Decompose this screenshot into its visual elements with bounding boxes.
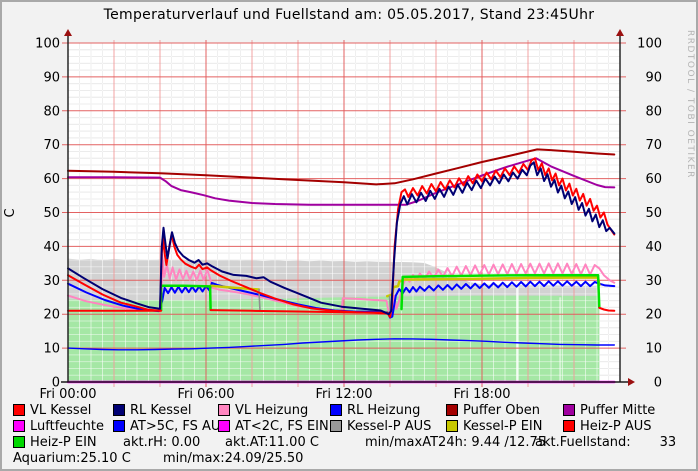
- y-tick-right: 90: [645, 70, 662, 85]
- legend-swatch: [330, 420, 342, 432]
- legend-row: VL Kessel RL Kessel VL Heizung RL Heizung Pu…: [0, 402, 698, 418]
- y-tick-right: 80: [645, 104, 662, 119]
- legend-label: akt.rH: 0.00: [123, 435, 200, 450]
- legend-label: akt.Fuellstand: 33: [535, 435, 676, 450]
- y-tick-left: 50: [43, 206, 60, 221]
- y-tick-left: 100: [35, 37, 60, 52]
- y-tick-right: 40: [645, 240, 662, 255]
- legend-item: Kessel-P EIN: [446, 418, 542, 434]
- legend-label: AT>5C, FS AUS: [130, 419, 229, 434]
- legend-label: Puffer Mitte: [580, 403, 655, 418]
- legend-item: akt.rH: 0.00: [123, 434, 200, 450]
- rrdtool-watermark: RRDTOOL / TOBI OETIKER: [685, 30, 695, 179]
- legend-swatch: [446, 404, 458, 416]
- x-tick: Fri 06:00: [177, 387, 234, 402]
- temperature-chart-canvas: 0010102020303040405050606070708080909010…: [0, 0, 698, 471]
- legend-item: akt.Fuellstand: 33: [535, 434, 676, 450]
- legend-item: Puffer Mitte: [563, 402, 655, 418]
- legend-swatch: [218, 420, 230, 432]
- legend-item: Heiz-P EIN: [13, 434, 97, 450]
- x-tick: Fri 00:00: [39, 387, 96, 402]
- legend-swatch: [13, 404, 25, 416]
- legend-swatch: [113, 420, 125, 432]
- y-tick-right: 100: [637, 37, 662, 52]
- legend-swatch: [218, 404, 230, 416]
- legend-item: Heiz-P AUS: [563, 418, 652, 434]
- legend-item: VL Heizung: [218, 402, 308, 418]
- legend-label: Aquarium:25.10 C: [13, 451, 131, 466]
- legend-row: Aquarium:25.10 C min/max:24.09/25.50: [0, 450, 698, 466]
- legend-item: akt.AT:11.00 C: [225, 434, 319, 450]
- y-tick-left: 20: [43, 308, 60, 323]
- legend-label: RL Heizung: [347, 403, 420, 418]
- legend-swatch: [446, 420, 458, 432]
- legend-label: Heiz-P AUS: [580, 419, 652, 434]
- legend-label: min/max:24.09/25.50: [163, 451, 303, 466]
- legend-label: akt.AT:11.00 C: [225, 435, 319, 450]
- y-tick-left: 40: [43, 240, 60, 255]
- legend-item: Kessel-P AUS: [330, 418, 431, 434]
- y-tick-right: 50: [645, 206, 662, 221]
- legend-swatch: [563, 404, 575, 416]
- legend-label: Luftfeuchte: [30, 419, 104, 434]
- y-tick-left: 70: [43, 138, 60, 153]
- legend-item: Aquarium:25.10 C: [13, 450, 131, 466]
- legend-label: AT<2C, FS EIN: [235, 419, 329, 434]
- legend-row: Luftfeuchte AT>5C, FS AUS AT<2C, FS EIN Kes…: [0, 418, 698, 434]
- legend-item: AT<2C, FS EIN: [218, 418, 329, 434]
- legend-label: Heiz-P EIN: [30, 435, 97, 450]
- legend-swatch: [13, 436, 25, 448]
- legend: VL Kessel RL Kessel VL Heizung RL Heizung Pu…: [0, 402, 698, 466]
- legend-item: AT>5C, FS AUS: [113, 418, 229, 434]
- y-tick-right: 60: [645, 172, 662, 187]
- y-tick-right: 30: [645, 274, 662, 289]
- y-tick-right: 10: [645, 342, 662, 357]
- legend-label: RL Kessel: [130, 403, 191, 418]
- rrdtool-graph: Temperaturverlauf und Fuellstand am: 05.…: [0, 0, 698, 471]
- legend-swatch: [330, 404, 342, 416]
- legend-swatch: [113, 404, 125, 416]
- legend-item: Puffer Oben: [446, 402, 540, 418]
- y-axis-label: C: [3, 208, 18, 217]
- legend-swatch: [563, 420, 575, 432]
- y-tick-left: 90: [43, 70, 60, 85]
- legend-label: Kessel-P AUS: [347, 419, 431, 434]
- legend-item: VL Kessel: [13, 402, 91, 418]
- y-tick-right: 70: [645, 138, 662, 153]
- legend-item: RL Heizung: [330, 402, 420, 418]
- data-gap: [559, 297, 561, 382]
- legend-label: VL Heizung: [235, 403, 308, 418]
- y-tick-left: 80: [43, 104, 60, 119]
- legend-item: min/max:24.09/25.50: [163, 450, 303, 466]
- y-tick-left: 60: [43, 172, 60, 187]
- legend-label: Puffer Oben: [463, 403, 540, 418]
- legend-row: Heiz-P EIN akt.rH: 0.00 akt.AT:11.00 C min/…: [0, 434, 698, 450]
- legend-label: VL Kessel: [30, 403, 91, 418]
- x-tick: Fri 12:00: [315, 387, 372, 402]
- legend-item: Luftfeuchte: [13, 418, 104, 434]
- legend-swatch: [13, 420, 25, 432]
- x-tick: Fri 18:00: [453, 387, 510, 402]
- y-tick-right: 0: [654, 376, 662, 391]
- y-tick-left: 30: [43, 274, 60, 289]
- y-tick-left: 10: [43, 342, 60, 357]
- legend-item: min/maxAT24h: 9.44 /12.75: [365, 434, 546, 450]
- legend-label: min/maxAT24h: 9.44 /12.75: [365, 435, 546, 450]
- legend-item: RL Kessel: [113, 402, 191, 418]
- y-tick-right: 20: [645, 308, 662, 323]
- legend-label: Kessel-P EIN: [463, 419, 542, 434]
